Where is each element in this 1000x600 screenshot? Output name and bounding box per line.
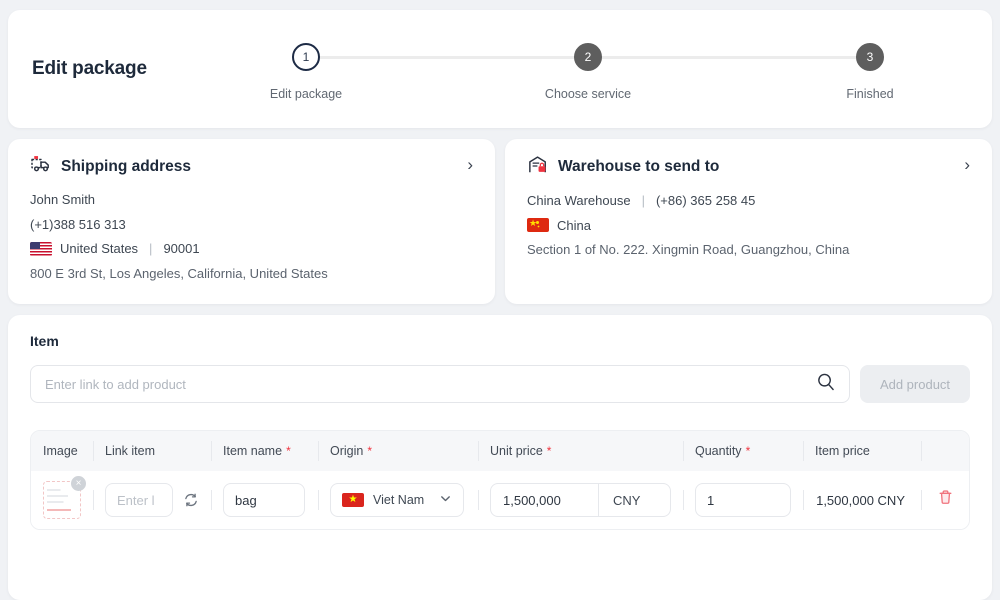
currency-label: CNY xyxy=(598,484,670,516)
row-delete-cell xyxy=(921,471,969,529)
warehouse-card[interactable]: Warehouse to send to › China Warehouse |… xyxy=(505,139,992,304)
shipping-country-postal: United States | 90001 xyxy=(30,241,473,257)
warehouse-phone: (+86) 365 258 45 xyxy=(655,193,756,208)
origin-select[interactable]: Viet Nam xyxy=(330,483,464,517)
items-table: Image Link item Item name * Origin * Unit … xyxy=(30,430,970,530)
row-image-cell: × xyxy=(31,471,93,529)
required-mark-origin: * xyxy=(367,444,373,458)
warehouse-lock-icon xyxy=(527,155,549,179)
remove-image-icon[interactable]: × xyxy=(71,476,86,491)
shipping-street-address: 800 E 3rd St, Los Angeles, California, U… xyxy=(30,265,328,281)
trash-icon[interactable] xyxy=(937,489,954,511)
row-quantity-cell: 1 xyxy=(683,471,803,529)
product-link-search-box[interactable] xyxy=(30,365,850,403)
column-header-link-item: Link item xyxy=(93,431,211,471)
item-section-title: Item xyxy=(30,333,59,349)
edit-package-page: Edit package 1 Edit package 2 Choose ser… xyxy=(0,0,1000,600)
stepper: 1 Edit package 2 Choose service 3 Finish… xyxy=(226,10,950,128)
step-2-label: Choose service xyxy=(544,87,632,101)
warehouse-street-address: Section 1 of No. 222. Xingmin Road, Guan… xyxy=(527,242,850,258)
warehouse-name-phone: China Warehouse | (+86) 365 258 45 xyxy=(527,193,970,209)
items-table-header: Image Link item Item name * Origin * Unit … xyxy=(31,431,969,471)
page-title: Edit package xyxy=(32,58,147,79)
step-2-choose-service[interactable]: 2 Choose service xyxy=(508,43,668,101)
address-row: Shipping address › John Smith (+1)388 51… xyxy=(8,139,992,304)
shipping-address-header: Shipping address xyxy=(30,155,473,178)
shipping-address-title: Shipping address xyxy=(61,157,192,175)
required-mark-quantity: * xyxy=(745,444,751,458)
item-name-input[interactable]: bag xyxy=(223,483,305,517)
shipping-phone: (+1)388 516 313 xyxy=(30,216,126,232)
warehouse-header: Warehouse to send to xyxy=(527,155,970,179)
unit-price-input[interactable]: 1,500,000 xyxy=(491,493,598,508)
step-3-circle: 3 xyxy=(856,43,884,71)
header-card: Edit package 1 Edit package 2 Choose ser… xyxy=(8,10,992,128)
product-thumbnail-image xyxy=(47,485,77,515)
warehouse-country: China xyxy=(527,218,970,234)
column-header-item-name: Item name * xyxy=(211,431,318,471)
chevron-right-icon-shipping[interactable]: › xyxy=(467,156,473,173)
warehouse-country-label: China xyxy=(557,217,591,233)
chevron-right-icon-warehouse[interactable]: › xyxy=(964,156,970,173)
quantity-input[interactable]: 1 xyxy=(695,483,791,517)
delivery-truck-icon xyxy=(30,155,52,178)
row-link-cell: Enter l xyxy=(93,471,211,529)
origin-selected-value: Viet Nam xyxy=(373,493,425,507)
step-1-label: Edit package xyxy=(269,87,343,101)
chevron-down-icon[interactable] xyxy=(439,492,452,508)
product-thumbnail[interactable]: × xyxy=(43,476,86,519)
warehouse-separator: | xyxy=(641,193,645,208)
warehouse-name: China Warehouse xyxy=(527,193,631,208)
shipping-separator: | xyxy=(149,241,153,257)
step-1-edit-package[interactable]: 1 Edit package xyxy=(226,43,386,101)
required-mark-unit-price: * xyxy=(546,444,552,458)
required-mark-item-name: * xyxy=(286,444,291,458)
shipping-recipient-name: John Smith xyxy=(30,192,96,207)
column-header-unit-price: Unit price * xyxy=(478,431,683,471)
column-header-image: Image xyxy=(43,444,78,458)
column-header-item-price: Item price xyxy=(803,431,921,471)
vn-flag-icon xyxy=(342,493,364,507)
row-unit-price-cell: 1,500,000 CNY xyxy=(478,471,683,529)
link-item-input[interactable]: Enter l xyxy=(105,483,173,517)
add-product-button[interactable]: Add product xyxy=(860,365,970,403)
us-flag-icon xyxy=(30,241,52,256)
row-name-cell: bag xyxy=(211,471,318,529)
step-2-circle: 2 xyxy=(574,43,602,71)
shipping-country: United States xyxy=(60,241,139,257)
table-row: × Enter l bag ★ Viet Nam 1,500,000 CNY 1… xyxy=(31,471,969,529)
item-price-value: 1,500,000 CNY xyxy=(816,492,905,508)
step-3-finished[interactable]: 3 Finished xyxy=(790,43,950,101)
cn-flag-icon xyxy=(527,218,549,233)
refresh-icon[interactable] xyxy=(183,492,199,508)
unit-price-group[interactable]: 1,500,000 CNY xyxy=(490,483,671,517)
product-search-row: Add product xyxy=(30,365,970,403)
search-icon[interactable] xyxy=(816,372,835,396)
column-header-quantity: Quantity * xyxy=(683,431,803,471)
warehouse-title: Warehouse to send to xyxy=(558,158,720,175)
item-card: Item Add product Image Link item xyxy=(8,315,992,600)
row-item-price-cell: 1,500,000 CNY xyxy=(803,471,921,529)
step-1-circle: 1 xyxy=(292,43,320,71)
row-origin-cell: Viet Nam xyxy=(318,471,478,529)
column-header-actions xyxy=(921,431,969,471)
search-input[interactable] xyxy=(45,376,816,392)
step-3-label: Finished xyxy=(846,87,894,101)
shipping-address-card[interactable]: Shipping address › John Smith (+1)388 51… xyxy=(8,139,495,304)
shipping-postal-code: 90001 xyxy=(163,241,200,257)
column-header-origin: Origin * xyxy=(318,431,478,471)
